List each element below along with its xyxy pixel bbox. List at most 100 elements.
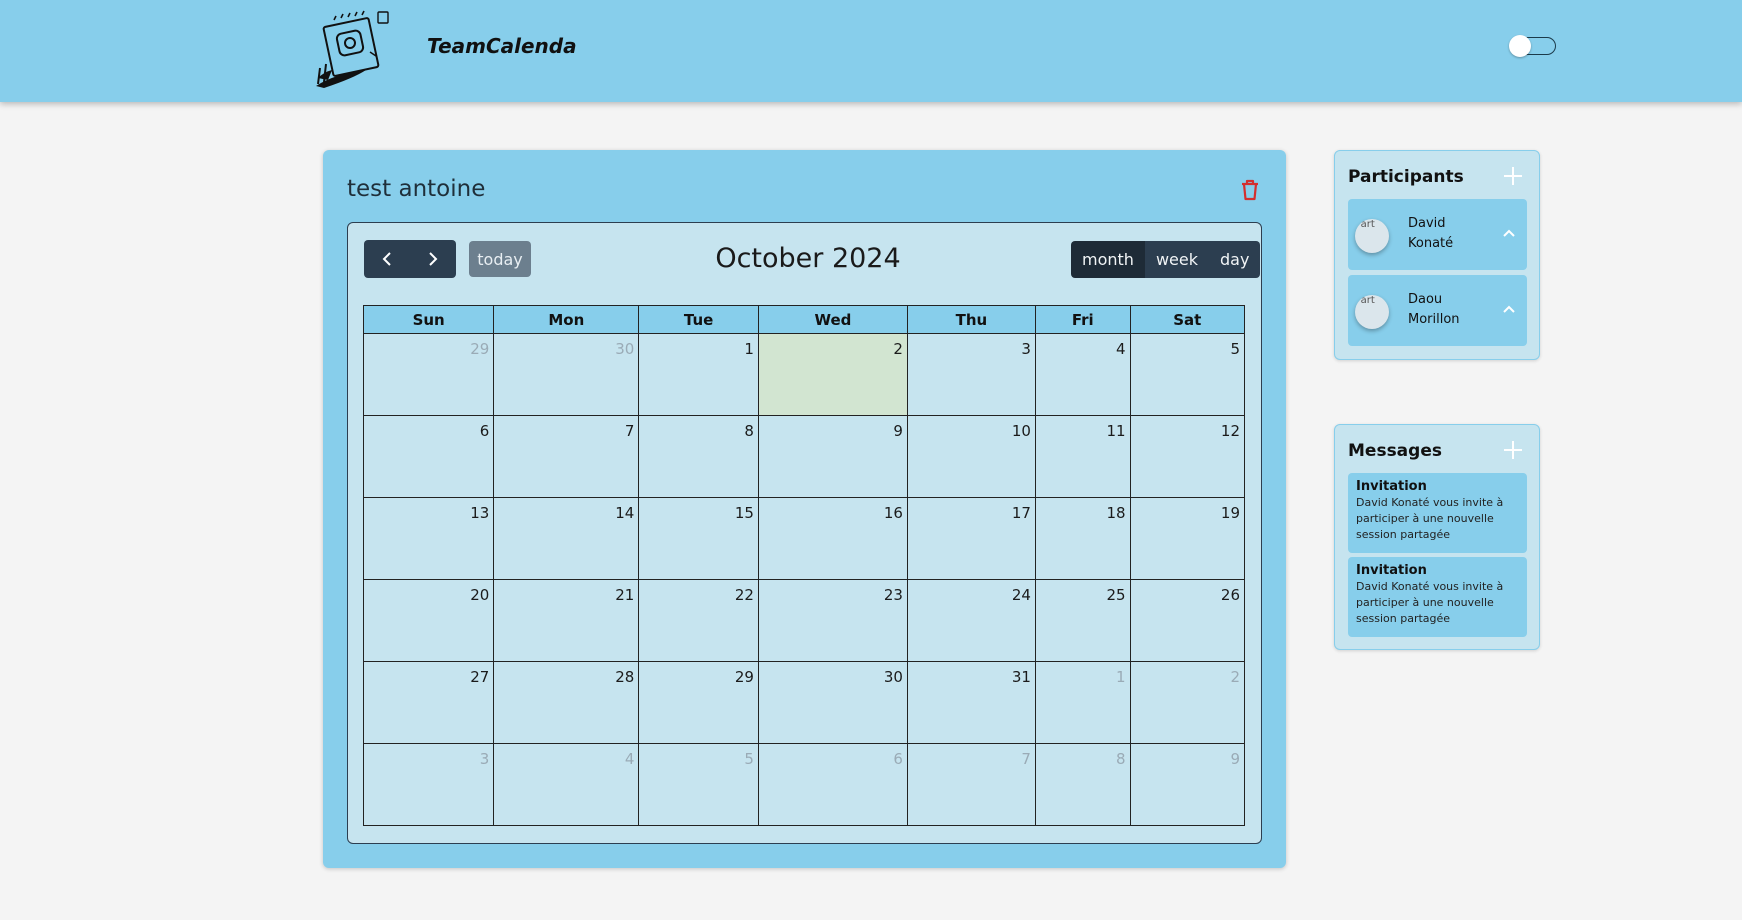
day-cell[interactable]: 15	[638, 497, 759, 580]
day-cell[interactable]: 28	[493, 661, 640, 744]
day-number[interactable]: 13	[470, 504, 489, 522]
view-day-button[interactable]: day	[1208, 241, 1261, 278]
day-number[interactable]: 30	[615, 340, 634, 358]
day-cell[interactable]: 14	[493, 497, 640, 580]
theme-toggle[interactable]	[1509, 35, 1556, 57]
day-number[interactable]: 24	[1012, 586, 1031, 604]
day-number[interactable]: 1	[1116, 668, 1126, 686]
day-number[interactable]: 22	[735, 586, 754, 604]
day-number[interactable]: 16	[884, 504, 903, 522]
chevron-up-icon[interactable]	[1502, 304, 1516, 314]
participant-card[interactable]: Part Daou Morillon	[1348, 275, 1527, 346]
day-number[interactable]: 14	[615, 504, 634, 522]
day-cell[interactable]: 4	[1034, 333, 1131, 416]
day-number[interactable]: 5	[744, 750, 754, 768]
day-number[interactable]: 5	[1230, 340, 1240, 358]
day-cell[interactable]: 2	[1129, 661, 1246, 744]
day-number[interactable]: 21	[615, 586, 634, 604]
day-cell[interactable]: 4	[493, 743, 640, 826]
view-week-button[interactable]: week	[1144, 241, 1209, 278]
day-number[interactable]: 17	[1012, 504, 1031, 522]
day-number[interactable]: 10	[1012, 422, 1031, 440]
day-cell[interactable]: 9	[757, 415, 908, 498]
day-number[interactable]: 2	[1230, 668, 1240, 686]
day-number[interactable]: 19	[1221, 504, 1240, 522]
day-number[interactable]: 29	[735, 668, 754, 686]
day-cell[interactable]: 7	[906, 743, 1036, 826]
day-number[interactable]: 4	[1116, 340, 1126, 358]
day-number[interactable]: 7	[625, 422, 635, 440]
day-cell[interactable]: 27	[362, 661, 495, 744]
day-cell-today[interactable]: 2	[757, 333, 908, 416]
day-cell[interactable]: 7	[493, 415, 640, 498]
day-cell[interactable]: 19	[1129, 497, 1246, 580]
day-cell[interactable]: 6	[362, 415, 495, 498]
day-cell[interactable]: 22	[638, 579, 759, 662]
day-number[interactable]: 7	[1021, 750, 1031, 768]
add-message-plus-icon[interactable]	[1503, 440, 1523, 460]
today-button[interactable]: today	[469, 241, 531, 277]
day-number[interactable]: 31	[1012, 668, 1031, 686]
next-month-button[interactable]	[410, 240, 456, 278]
day-cell[interactable]: 3	[362, 743, 495, 826]
day-number[interactable]: 30	[884, 668, 903, 686]
message-card[interactable]: Invitation David Konaté vous invite à pa…	[1348, 557, 1527, 637]
day-cell[interactable]: 29	[362, 333, 495, 416]
trash-icon[interactable]	[1239, 178, 1261, 202]
chevron-up-icon[interactable]	[1502, 228, 1516, 238]
day-cell[interactable]: 16	[757, 497, 908, 580]
day-number[interactable]: 6	[480, 422, 490, 440]
day-cell[interactable]: 3	[906, 333, 1036, 416]
day-cell[interactable]: 10	[906, 415, 1036, 498]
day-number[interactable]: 29	[470, 340, 489, 358]
day-number[interactable]: 3	[480, 750, 490, 768]
day-cell[interactable]: 1	[1034, 661, 1131, 744]
day-number[interactable]: 6	[893, 750, 903, 768]
day-cell[interactable]: 1	[638, 333, 759, 416]
add-participant-plus-icon[interactable]	[1503, 166, 1523, 186]
day-number[interactable]: 23	[884, 586, 903, 604]
day-cell[interactable]: 5	[1129, 333, 1246, 416]
day-cell[interactable]: 30	[493, 333, 640, 416]
day-number[interactable]: 20	[470, 586, 489, 604]
day-number[interactable]: 28	[615, 668, 634, 686]
calendar-notepad-logo-icon[interactable]	[314, 8, 398, 90]
day-cell[interactable]: 13	[362, 497, 495, 580]
day-cell[interactable]: 18	[1034, 497, 1131, 580]
day-number[interactable]: 25	[1107, 586, 1126, 604]
day-cell[interactable]: 12	[1129, 415, 1246, 498]
day-number[interactable]: 8	[744, 422, 754, 440]
day-number[interactable]: 18	[1107, 504, 1126, 522]
day-number[interactable]: 2	[893, 340, 903, 358]
day-cell[interactable]: 24	[906, 579, 1036, 662]
day-cell[interactable]: 20	[362, 579, 495, 662]
day-cell[interactable]: 25	[1034, 579, 1131, 662]
day-number[interactable]: 11	[1107, 422, 1126, 440]
day-number[interactable]: 9	[1230, 750, 1240, 768]
day-cell[interactable]: 8	[638, 415, 759, 498]
day-number[interactable]: 12	[1221, 422, 1240, 440]
day-number[interactable]: 8	[1116, 750, 1126, 768]
day-cell[interactable]: 6	[757, 743, 908, 826]
day-cell[interactable]: 17	[906, 497, 1036, 580]
day-cell[interactable]: 5	[638, 743, 759, 826]
day-number[interactable]: 1	[744, 340, 754, 358]
day-cell[interactable]: 31	[906, 661, 1036, 744]
day-cell[interactable]: 9	[1129, 743, 1246, 826]
day-cell[interactable]: 30	[757, 661, 908, 744]
day-number[interactable]: 3	[1021, 340, 1031, 358]
participant-card[interactable]: Part David Konaté	[1348, 199, 1527, 270]
day-number[interactable]: 27	[470, 668, 489, 686]
day-number[interactable]: 26	[1221, 586, 1240, 604]
day-cell[interactable]: 23	[757, 579, 908, 662]
day-cell[interactable]: 21	[493, 579, 640, 662]
day-number[interactable]: 9	[893, 422, 903, 440]
day-cell[interactable]: 29	[638, 661, 759, 744]
day-number[interactable]: 4	[625, 750, 635, 768]
day-cell[interactable]: 11	[1034, 415, 1131, 498]
day-cell[interactable]: 26	[1129, 579, 1246, 662]
day-cell[interactable]: 8	[1034, 743, 1131, 826]
message-card[interactable]: Invitation David Konaté vous invite à pa…	[1348, 473, 1527, 553]
prev-month-button[interactable]	[364, 240, 410, 278]
view-month-button[interactable]: month	[1071, 241, 1145, 278]
